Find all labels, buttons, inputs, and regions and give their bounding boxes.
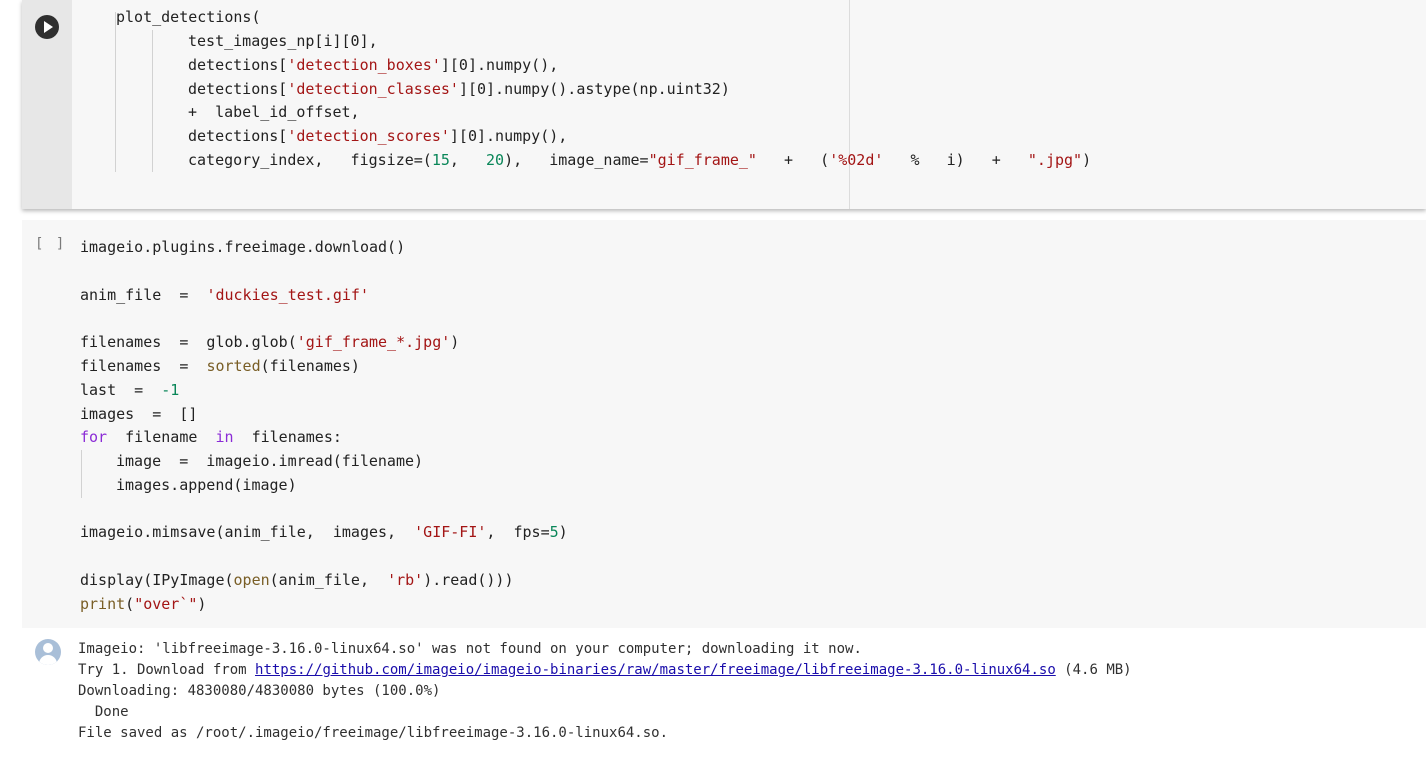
code-cell-plot-detections[interactable]: plot_detections( test_images_np[i][0], d… [22,0,1426,209]
code-line: filenames = sorted(filenames) [80,357,360,375]
code-line: filenames = glob.glob('gif_frame_*.jpg') [80,333,460,351]
code-line: image = imageio.imread(filename) [116,452,424,470]
cell-gutter [22,0,72,209]
output-line: Imageio: 'libfreeimage-3.16.0-linux64.so… [78,641,862,657]
code-line: anim_file = 'duckies_test.gif' [80,286,369,304]
output-line: Done [78,704,129,720]
indent-guide [152,30,153,172]
code-line: imageio.mimsave(anim_file, images, 'GIF-… [80,523,568,541]
output-line: Downloading: 4830080/4830080 bytes (100.… [78,683,441,699]
code-line: last = -1 [80,381,180,399]
user-avatar-icon[interactable] [35,639,61,665]
indent-guide [81,450,82,498]
code-editor[interactable]: plot_detections( test_images_np[i][0], d… [72,0,1426,209]
code-line: print("over`") [80,595,207,613]
code-cell-make-gif[interactable]: [ ] imageio.plugins.freeimage.download()… [22,220,1426,628]
indent-guide [115,12,116,172]
code-line: detections['detection_classes'][0].numpy… [188,80,730,98]
code-line: plot_detections( [116,8,261,26]
code-line: for filename in filenames: [80,428,342,446]
cell-output: Imageio: 'libfreeimage-3.16.0-linux64.so… [22,628,1426,759]
code-line: + label_id_offset, [188,103,360,121]
output-line: Try 1. Download from https://github.com/… [78,662,1132,678]
code-line: imageio.plugins.freeimage.download() [80,238,406,256]
code-line: images = [] [80,405,198,423]
output-line: File saved as /root/.imageio/freeimage/l… [78,725,669,741]
code-line: detections['detection_boxes'][0].numpy()… [188,56,559,74]
code-line: display(IPyImage(open(anim_file, 'rb').r… [80,571,514,589]
code-line: images.append(image) [116,476,297,494]
execution-count[interactable]: [ ] [35,236,66,252]
line-length-ruler [849,0,850,209]
download-link[interactable]: https://github.com/imageio/imageio-binar… [255,662,1056,678]
code-line: detections['detection_scores'][0].numpy(… [188,127,568,145]
run-cell-button[interactable] [35,15,59,39]
code-line: test_images_np[i][0], [188,32,378,50]
code-line: category_index, figsize=(15, 20), image_… [188,151,1092,169]
